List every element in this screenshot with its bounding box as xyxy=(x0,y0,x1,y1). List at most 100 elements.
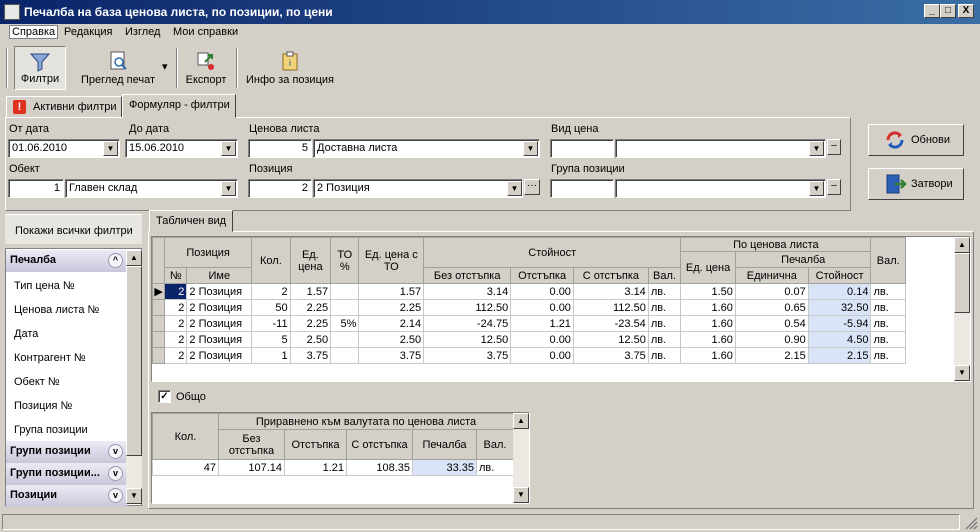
col-name[interactable]: Име xyxy=(186,267,253,284)
cell[interactable]: 47 xyxy=(152,459,219,476)
cell[interactable]: 1.57 xyxy=(358,283,425,300)
cell[interactable]: 0.65 xyxy=(734,299,809,316)
date-to-dropdown[interactable]: ▼ xyxy=(221,141,236,156)
scroll-up-button[interactable]: ▲ xyxy=(954,237,970,253)
menu-my-reports[interactable]: Мои справки xyxy=(173,26,238,38)
nav-group-profit[interactable]: Печалба ^ xyxy=(6,250,127,272)
cell[interactable]: 4.50 xyxy=(807,331,872,348)
chevron-up-icon[interactable]: ^ xyxy=(108,253,123,268)
cell[interactable] xyxy=(330,347,360,364)
position-group-name-field[interactable] xyxy=(615,179,826,198)
nav-item-position[interactable]: Позиция № xyxy=(14,400,72,412)
totals-col-qty[interactable]: Кол. xyxy=(152,413,219,460)
cell[interactable]: 2.25 xyxy=(289,299,332,316)
price-type-name-field[interactable] xyxy=(615,139,826,158)
refresh-button[interactable]: Обнови xyxy=(868,124,964,156)
cell[interactable]: 0.00 xyxy=(510,331,574,348)
cell[interactable]: 2 xyxy=(164,331,188,348)
col-with-discount[interactable]: С отстъпка xyxy=(572,267,649,284)
cell[interactable]: 1 xyxy=(251,347,291,364)
price-list-dropdown[interactable]: ▼ xyxy=(523,141,538,156)
tab-filter-form[interactable]: Формуляр - филтри xyxy=(122,94,236,118)
cell[interactable]: 1.60 xyxy=(680,299,736,316)
totals-checkbox[interactable]: ✓ xyxy=(158,390,171,403)
cell[interactable]: 0.54 xyxy=(734,315,809,332)
cell[interactable]: 5% xyxy=(330,315,360,332)
print-preview-dropdown[interactable]: ▾ xyxy=(162,60,168,73)
col-pl-unit-price[interactable]: Ед. цена xyxy=(680,251,736,284)
cell[interactable]: 3.75 xyxy=(289,347,332,364)
cell[interactable]: 112.50 xyxy=(423,299,512,316)
col-qty[interactable]: Кол. xyxy=(251,237,291,284)
col-discount[interactable]: Отстъпка xyxy=(510,267,574,284)
nav-item-object[interactable]: Обект № xyxy=(14,376,60,388)
position-dropdown[interactable]: ▼ xyxy=(507,181,522,196)
cell[interactable]: 0.00 xyxy=(510,299,574,316)
current-row-indicator[interactable]: ▶ xyxy=(151,283,166,300)
resize-grip-icon[interactable] xyxy=(964,516,978,530)
nav-item-contractor[interactable]: Контрагент № xyxy=(14,352,86,364)
nav-group-position-groups[interactable]: Групи позиции v xyxy=(6,441,127,463)
col-profit-value[interactable]: Стойност xyxy=(807,267,872,284)
cell[interactable]: 0.07 xyxy=(734,283,809,300)
cell[interactable]: лв. xyxy=(475,459,515,476)
cell[interactable]: 5 xyxy=(251,331,291,348)
cell[interactable]: 2.15 xyxy=(734,347,809,364)
totals-col-discount[interactable]: Отстъпка xyxy=(284,429,347,460)
cell[interactable]: лв. xyxy=(647,331,682,348)
position-group-dropdown[interactable]: ▼ xyxy=(809,181,824,196)
cell[interactable]: лв. xyxy=(647,315,682,332)
cell[interactable]: 3.14 xyxy=(423,283,512,300)
price-type-clear-button[interactable]: ‒ xyxy=(827,139,841,155)
col-currency[interactable]: Вал. xyxy=(647,267,682,284)
tab-table-view[interactable]: Табличен вид xyxy=(149,210,233,232)
nav-group-positions[interactable]: Позиции v xyxy=(6,485,127,507)
cell[interactable]: 32.50 xyxy=(807,299,872,316)
totals-col-currency[interactable]: Вал. xyxy=(475,429,515,460)
table-row[interactable]: 2 2 Позиция -11 2.25 5% 2.14 -24.75 1.21… xyxy=(151,315,906,332)
totals-col-no-discount[interactable]: Без отстъпка xyxy=(218,429,285,460)
cell[interactable]: 2 Позиция xyxy=(186,283,253,300)
col-no[interactable]: № xyxy=(164,267,188,284)
cell[interactable]: 2 xyxy=(164,283,188,300)
nav-item-position-group[interactable]: Група позиции xyxy=(14,424,88,436)
date-from-dropdown[interactable]: ▼ xyxy=(103,141,118,156)
scroll-thumb[interactable] xyxy=(126,266,142,456)
object-dropdown[interactable]: ▼ xyxy=(221,181,236,196)
price-type-dropdown[interactable]: ▼ xyxy=(809,141,824,156)
cell[interactable]: 1.60 xyxy=(680,331,736,348)
scroll-up-button[interactable]: ▲ xyxy=(513,413,529,429)
table-row[interactable]: 2 2 Позиция 50 2.25 2.25 112.50 0.00 112… xyxy=(151,299,906,316)
nav-item-price-type[interactable]: Тип цена № xyxy=(14,280,75,292)
cell[interactable]: лв. xyxy=(647,283,682,300)
nav-group-position-groups-2[interactable]: Групи позиции... v xyxy=(6,463,127,485)
cell[interactable]: 2 Позиция xyxy=(186,347,253,364)
cell[interactable] xyxy=(330,299,360,316)
cell[interactable]: 2 xyxy=(164,299,188,316)
table-row[interactable]: ▶ 2 2 Позиция 2 1.57 1.57 3.14 0.00 3.14… xyxy=(151,283,906,300)
grid-scrollbar[interactable]: ▲ ▼ xyxy=(954,237,970,381)
table-row[interactable]: 2 2 Позиция 5 2.50 2.50 12.50 0.00 12.50… xyxy=(151,331,906,348)
scroll-thumb[interactable] xyxy=(954,253,970,313)
nav-scrollbar[interactable]: ▲ ▼ xyxy=(126,250,142,504)
col-unit-price-to[interactable]: Ед. цена с ТО xyxy=(358,237,425,284)
cell[interactable]: лв. xyxy=(647,299,682,316)
cell[interactable]: 0.00 xyxy=(510,347,574,364)
price-type-code-field[interactable] xyxy=(550,139,614,158)
cell[interactable]: 2 Позиция xyxy=(186,331,253,348)
cell[interactable]: 1.21 xyxy=(510,315,574,332)
app-icon[interactable] xyxy=(4,4,20,20)
cell[interactable]: 33.35 xyxy=(412,459,477,476)
cell[interactable] xyxy=(330,331,360,348)
scroll-down-button[interactable]: ▼ xyxy=(954,365,970,381)
cell[interactable]: 50 xyxy=(251,299,291,316)
maximize-button[interactable]: □ xyxy=(940,4,956,18)
cell[interactable]: 1.60 xyxy=(680,315,736,332)
cell[interactable] xyxy=(330,283,360,300)
object-name-field[interactable]: Главен склад xyxy=(65,179,238,198)
cell[interactable]: 2.25 xyxy=(358,299,425,316)
cell[interactable]: 2 xyxy=(251,283,291,300)
cell[interactable]: 1.60 xyxy=(680,347,736,364)
cell[interactable]: 0.90 xyxy=(734,331,809,348)
position-browse-button[interactable]: ··· xyxy=(524,179,540,195)
